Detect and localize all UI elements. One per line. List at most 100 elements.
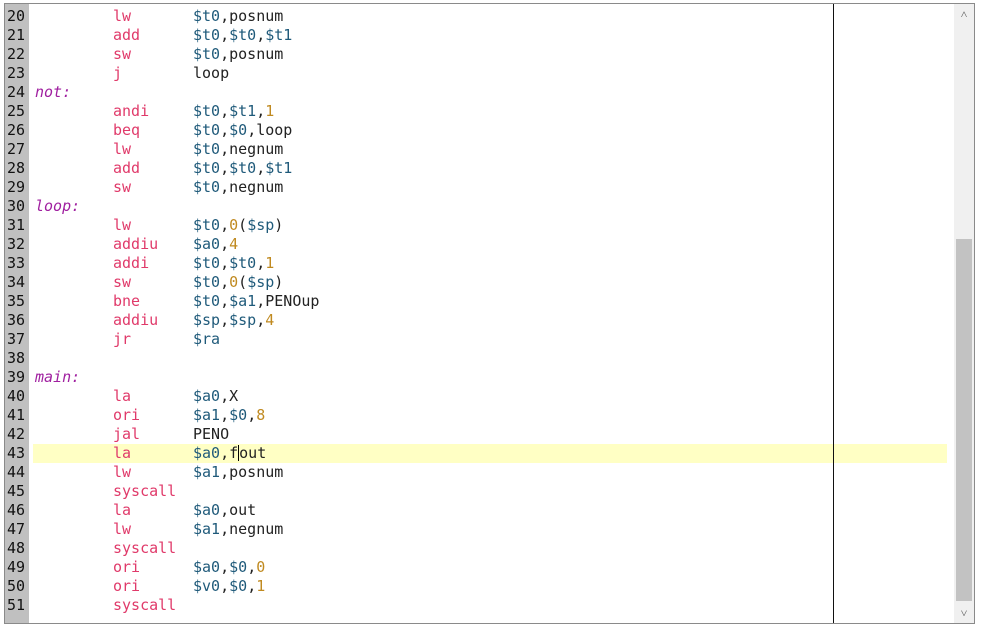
symbol-token: ,posnum	[220, 45, 284, 63]
symbol-token: ,	[256, 159, 266, 177]
register-token: $t0	[193, 26, 221, 44]
line-number: 35	[7, 292, 26, 310]
line-number: 43	[7, 444, 26, 462]
scrollbar-thumb[interactable]	[956, 239, 972, 601]
operands: $v0,$0,1	[193, 577, 265, 596]
code-line[interactable]: 41 ori $a1,$0,8	[5, 406, 949, 425]
symbol-token: ,	[220, 311, 230, 329]
vertical-scrollbar[interactable]: ˄ ˅	[954, 4, 974, 623]
code-line[interactable]: 43 la $a0,fout	[5, 444, 949, 463]
code-line[interactable]: 46 la $a0,out	[5, 501, 949, 520]
symbol-token: )	[274, 273, 284, 291]
instruction: lw	[113, 7, 132, 25]
code-line[interactable]: 22 sw $t0,posnum	[5, 45, 949, 64]
operands: $t0,$t0,$t1	[193, 159, 292, 178]
code-line[interactable]: 39 main:	[5, 368, 949, 387]
register-token: $a0	[193, 558, 221, 576]
code-line[interactable]: 21 add $t0,$t0,$t1	[5, 26, 949, 45]
code-editor[interactable]: 20 lw $t0,posnum 21 add $t0,$t0,$t1 22 sw $t0,po…	[4, 3, 975, 624]
code-line[interactable]: 20 lw $t0,posnum	[5, 7, 949, 26]
line-number: 37	[7, 330, 26, 348]
register-token: $a1	[193, 406, 221, 424]
code-line[interactable]: 32 addiu $a0,4	[5, 235, 949, 254]
register-token: $sp	[247, 216, 275, 234]
chevron-down-icon[interactable]: ˅	[954, 603, 974, 623]
code-line[interactable]: 36 addiu $sp,$sp,4	[5, 311, 949, 330]
code-line[interactable]: 48 syscall	[5, 539, 949, 558]
instruction: sw	[113, 45, 132, 63]
code-line[interactable]: 37 jr $ra	[5, 330, 949, 349]
register-token: $t0	[193, 159, 221, 177]
register-token: $a0	[193, 501, 221, 519]
operands: PENO	[193, 425, 229, 444]
code-line[interactable]: 35 bne $t0,$a1,PENOup	[5, 292, 949, 311]
code-area[interactable]: 20 lw $t0,posnum 21 add $t0,$t0,$t1 22 sw $t0,po…	[5, 4, 949, 623]
register-token: $t0	[193, 102, 221, 120]
symbol-token: ,	[220, 273, 230, 291]
line-number: 27	[7, 140, 26, 158]
symbol-token: (	[238, 273, 248, 291]
instruction: ori	[113, 577, 141, 595]
symbol-token: ,	[220, 558, 230, 576]
symbol-token: ,	[220, 577, 230, 595]
symbol-token: ,	[220, 159, 230, 177]
code-line[interactable]: 49 ori $a0,$0,0	[5, 558, 949, 577]
code-line[interactable]: 45 syscall	[5, 482, 949, 501]
code-line[interactable]: 26 beq $t0,$0,loop	[5, 121, 949, 140]
operands: $t0,negnum	[193, 140, 283, 159]
code-line[interactable]: 23 j loop	[5, 64, 949, 83]
register-token: $sp	[193, 311, 221, 329]
register-token: $sp	[247, 273, 275, 291]
line-number: 44	[7, 463, 26, 481]
operands: $t0,0($sp)	[193, 216, 283, 235]
code-line[interactable]: 34 sw $t0,0($sp)	[5, 273, 949, 292]
code-line[interactable]: 38	[5, 349, 949, 368]
code-line[interactable]: 30 loop:	[5, 197, 949, 216]
code-line[interactable]: 50 ori $v0,$0,1	[5, 577, 949, 596]
register-token: $t0	[193, 121, 221, 139]
code-line[interactable]: 51 syscall	[5, 596, 949, 615]
chevron-up-icon[interactable]: ˄	[954, 4, 974, 24]
symbol-token: ,posnum	[220, 463, 284, 481]
code-line[interactable]: 44 lw $a1,posnum	[5, 463, 949, 482]
instruction: lw	[113, 216, 132, 234]
instruction: lw	[113, 463, 132, 481]
symbol-token: ,	[220, 26, 230, 44]
code-line[interactable]: 27 lw $t0,negnum	[5, 140, 949, 159]
symbol-token: ,	[220, 406, 230, 424]
instruction: ori	[113, 406, 141, 424]
register-token: $0	[229, 558, 248, 576]
operands: $a0,4	[193, 235, 238, 254]
operands: $a0,X	[193, 387, 238, 406]
register-token: $0	[229, 406, 248, 424]
symbol-token: ,	[247, 577, 257, 595]
line-number: 22	[7, 45, 26, 63]
code-line[interactable]: 25 andi $t0,$t1,1	[5, 102, 949, 121]
operands: $a0,fout	[193, 444, 266, 463]
code-line[interactable]: 42 jal PENO	[5, 425, 949, 444]
operands: $a0,out	[193, 501, 256, 520]
register-token: $a0	[193, 387, 221, 405]
register-token: $sp	[229, 311, 257, 329]
line-number: 23	[7, 64, 26, 82]
symbol-token: ,negnum	[220, 178, 284, 196]
code-line[interactable]: 40 la $a0,X	[5, 387, 949, 406]
operands: $t0,$t1,1	[193, 102, 274, 121]
symbol-token: ,	[220, 216, 230, 234]
instruction: j	[113, 64, 123, 82]
symbol-token: ,negnum	[220, 140, 284, 158]
code-line[interactable]: 28 add $t0,$t0,$t1	[5, 159, 949, 178]
instruction: ori	[113, 558, 141, 576]
code-line[interactable]: 33 addi $t0,$t0,1	[5, 254, 949, 273]
symbol-token: ,	[247, 406, 257, 424]
symbol-token: ,	[220, 102, 230, 120]
line-number: 39	[7, 368, 26, 386]
code-line[interactable]: 29 sw $t0,negnum	[5, 178, 949, 197]
code-line[interactable]: 47 lw $a1,negnum	[5, 520, 949, 539]
number-token: 1	[256, 577, 266, 595]
code-line[interactable]: 31 lw $t0,0($sp)	[5, 216, 949, 235]
line-number: 50	[7, 577, 26, 595]
instruction: addi	[113, 254, 150, 272]
operands: $ra	[193, 330, 220, 349]
code-line[interactable]: 24 not:	[5, 83, 949, 102]
